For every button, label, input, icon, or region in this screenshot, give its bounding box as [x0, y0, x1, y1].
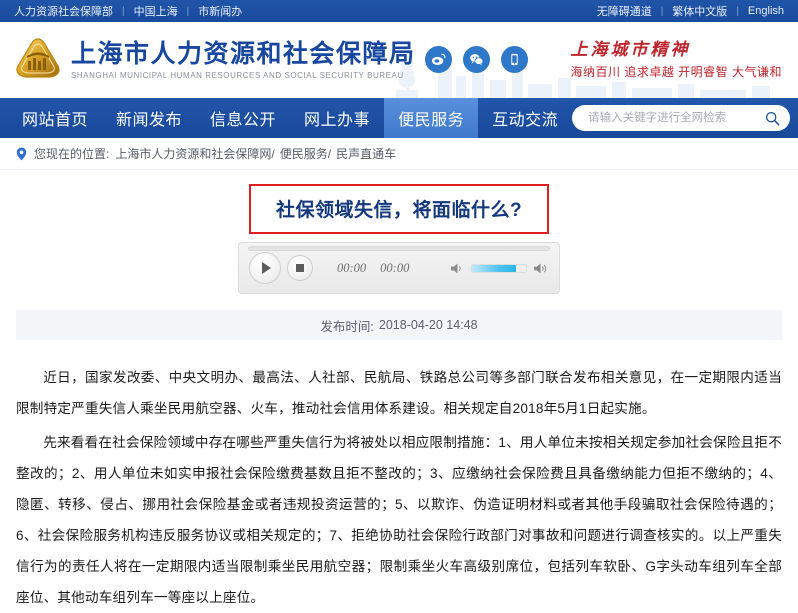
- topbar-separator: |: [736, 5, 739, 17]
- volume-high-icon[interactable]: [533, 262, 549, 275]
- article: 社保领域失信，将面临什么? 00:00 00:00 发布时间: 2018-04-…: [0, 184, 798, 613]
- search-icon[interactable]: [765, 111, 780, 126]
- stop-icon: [296, 264, 304, 272]
- location-pin-icon: [16, 147, 27, 160]
- brand-block: 上海市人力资源和社会保障局 SHANGHAI MUNICIPAL HUMAN R…: [71, 40, 416, 81]
- city-spirit-title: 上海城市精神: [570, 39, 691, 59]
- breadcrumb-item-public-services[interactable]: 便民服务: [280, 145, 328, 162]
- publish-time: 2018-04-20 14:48: [378, 318, 478, 332]
- audio-current-time: 00:00: [337, 260, 367, 275]
- publish-label: 发布时间:: [320, 319, 374, 334]
- topbar-link-english[interactable]: English: [748, 5, 784, 17]
- nav-item-public-services[interactable]: 便民服务: [384, 98, 479, 138]
- nav-item-online-services[interactable]: 网上办事: [290, 98, 384, 138]
- breadcrumb: 您现在的位置: 上海市人力资源和社会保障网 / 便民服务 / 民声直通车: [0, 138, 798, 170]
- header-inner: 上海市人力资源和社会保障局 SHANGHAI MUNICIPAL HUMAN R…: [0, 22, 798, 98]
- topbar-link-mohrss[interactable]: 人力资源社会保障部: [14, 3, 113, 19]
- play-button[interactable]: [249, 252, 281, 284]
- city-spirit-slogan: 海纳百川 追求卓越 开明睿智 大气谦和: [570, 65, 782, 80]
- site-header: 上海市人力资源和社会保障局 SHANGHAI MUNICIPAL HUMAN R…: [0, 22, 798, 98]
- topbar-link-shanghai[interactable]: 中国上海: [134, 3, 178, 19]
- topbar-separator: |: [660, 5, 664, 17]
- stop-button[interactable]: [287, 255, 313, 281]
- volume-level: [472, 264, 517, 272]
- social-links: [425, 46, 529, 74]
- article-title-box: 社保领域失信，将面临什么?: [249, 184, 549, 234]
- volume-low-icon[interactable]: [450, 262, 465, 275]
- site-title-en: SHANGHAI MUNICIPAL HUMAN RESOURCES AND S…: [71, 71, 404, 81]
- article-paragraph: 先来看看在社会保险领域中存在哪些严重失信行为将被处以相应限制措施：1、用人单位未…: [16, 435, 783, 605]
- wechat-icon[interactable]: [463, 46, 491, 74]
- nav-item-news[interactable]: 新闻发布: [102, 98, 196, 138]
- topbar-link-press-office[interactable]: 市新闻办: [198, 3, 242, 19]
- publish-date-bar: 发布时间: 2018-04-20 14:48: [16, 310, 782, 340]
- city-spirit-block: 上海城市精神 海纳百川 追求卓越 开明睿智 大气谦和: [570, 40, 784, 80]
- main-navigation: 网站首页 新闻发布 信息公开 网上办事 便民服务 互动交流: [0, 98, 798, 138]
- play-icon: [262, 262, 271, 274]
- topbar-separator: |: [122, 5, 125, 17]
- breadcrumb-separator: /: [327, 146, 332, 161]
- search-box[interactable]: [572, 105, 791, 131]
- topbar-link-traditional-chinese[interactable]: 繁体中文版: [672, 3, 727, 19]
- topbar-right-links: 无障碍通道 | 繁体中文版 | English: [597, 3, 784, 19]
- weibo-icon[interactable]: [425, 46, 453, 74]
- topbar-link-accessibility[interactable]: 无障碍通道: [597, 3, 652, 19]
- nav-item-interaction[interactable]: 互动交流: [478, 98, 572, 138]
- breadcrumb-label: 您现在的位置:: [34, 147, 110, 161]
- nav-item-info-disclosure[interactable]: 信息公开: [196, 98, 290, 138]
- nav-item-home[interactable]: 网站首页: [8, 98, 102, 138]
- breadcrumb-separator: /: [271, 146, 275, 161]
- breadcrumb-item-home[interactable]: 上海市人力资源和社会保障网: [115, 145, 271, 162]
- top-utility-bar: 人力资源社会保障部 | 中国上海 | 市新闻办 无障碍通道 | 繁体中文版 | …: [0, 0, 798, 22]
- mobile-icon[interactable]: [501, 46, 529, 74]
- topbar-left-links: 人力资源社会保障部 | 中国上海 | 市新闻办: [14, 3, 242, 19]
- site-title-cn: 上海市人力资源和社会保障局: [71, 39, 416, 68]
- audio-player[interactable]: 00:00 00:00: [238, 242, 560, 294]
- page-title: 社保领域失信，将面临什么?: [275, 200, 523, 221]
- article-paragraph: 近日，国家发改委、中央文明办、最高法、人社部、民航局、铁路总公司等多部门联合发布…: [16, 370, 782, 416]
- bureau-emblem-icon: [16, 38, 60, 78]
- audio-time-display: 00:00 00:00: [337, 261, 409, 276]
- volume-control[interactable]: [450, 262, 549, 275]
- search-wrapper: [572, 98, 798, 138]
- header-right: 上海城市精神 海纳百川 追求卓越 开明睿智 大气谦和: [425, 40, 784, 80]
- audio-total-time: 00:00: [380, 260, 410, 275]
- audio-progress-bar[interactable]: [248, 246, 550, 251]
- search-input[interactable]: [586, 111, 766, 125]
- volume-slider[interactable]: [471, 263, 527, 273]
- topbar-separator: |: [186, 5, 190, 17]
- article-body: 近日，国家发改委、中央文明办、最高法、人社部、民航局、铁路总公司等多部门联合发布…: [16, 362, 782, 613]
- breadcrumb-item-minsheng-channel[interactable]: 民声直通车: [336, 145, 396, 162]
